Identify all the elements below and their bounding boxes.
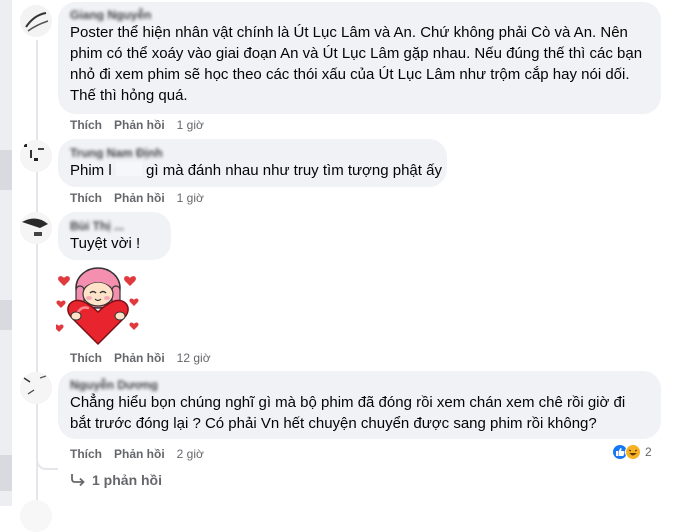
- comment-text-end: gì mà đánh nhau như truy tìm tượng phật …: [146, 162, 442, 179]
- comment-author[interactable]: Nguyễn Dương: [70, 377, 649, 391]
- avatar[interactable]: [20, 500, 52, 532]
- avatar-image: [20, 5, 52, 37]
- comment-author[interactable]: Trung Nam Định: [70, 145, 435, 159]
- avatar-image: [20, 212, 52, 244]
- comment-actions: Thích Phản hồi 2 giờ: [70, 447, 204, 461]
- like-button[interactable]: Thích: [70, 351, 102, 365]
- sticker-heart-hug-girl[interactable]: [54, 264, 140, 346]
- thread-connector: [36, 444, 58, 470]
- reaction-count: 2: [645, 445, 652, 459]
- like-button[interactable]: Thích: [70, 447, 102, 461]
- avatar[interactable]: [20, 5, 52, 37]
- comment-bubble: Trung Nam Định Phim l gì mà đánh nhau nh…: [58, 139, 447, 187]
- avatar-image: [20, 140, 52, 172]
- like-button[interactable]: Thích: [70, 118, 102, 132]
- reply-button[interactable]: Phản hồi: [114, 191, 165, 205]
- comment-text: Phim l gì mà đánh nhau như truy tìm tượn…: [70, 160, 442, 181]
- reaction-summary[interactable]: 2: [612, 444, 652, 460]
- comment-actions: Thích Phản hồi 1 giờ: [70, 118, 204, 132]
- avatar[interactable]: [20, 140, 52, 172]
- comment-text-start: Phim l: [70, 162, 112, 179]
- reply-button[interactable]: Phản hồi: [114, 351, 165, 365]
- comment-time[interactable]: 1 giờ: [177, 118, 204, 132]
- reply-button[interactable]: Phản hồi: [114, 447, 165, 461]
- replies-count-label[interactable]: 1 phản hồi: [92, 472, 162, 488]
- heart-hug-girl-sticker-icon: [54, 267, 139, 346]
- avatar-image: [20, 372, 52, 404]
- comment-author[interactable]: Giang Nguyễn: [70, 7, 649, 21]
- left-edge-strip: [0, 0, 12, 506]
- comment-time[interactable]: 2 giờ: [177, 447, 204, 461]
- redaction: [115, 162, 142, 176]
- avatar[interactable]: [20, 212, 52, 244]
- comment-actions: Thích Phản hồi 12 giờ: [70, 351, 211, 365]
- comment-actions: Thích Phản hồi 1 giờ: [70, 191, 204, 205]
- reply-arrow-icon: [71, 474, 85, 487]
- comment-text: Tuyệt vời !: [70, 235, 141, 252]
- reply-button[interactable]: Phản hồi: [114, 118, 165, 132]
- like-button[interactable]: Thích: [70, 191, 102, 205]
- comment-bubble: Nguyễn Dương Chẳng hiểu bọn chúng nghĩ g…: [58, 371, 661, 439]
- avatar[interactable]: [20, 372, 52, 404]
- comment-text: Chẳng hiểu bọn chúng nghĩ gì mà bộ phim …: [70, 394, 626, 432]
- comment-text: Poster thể hiện nhân vật chính là Út Lục…: [70, 24, 643, 104]
- view-replies-link[interactable]: 1 phản hồi: [70, 472, 162, 488]
- comment-time[interactable]: 1 giờ: [177, 191, 204, 205]
- comment-author[interactable]: Bùi Thị ...: [70, 218, 159, 232]
- comment-bubble: Bùi Thị ... Tuyệt vời !: [58, 212, 171, 260]
- comment-bubble: Giang Nguyễn Poster thể hiện nhân vật ch…: [58, 2, 661, 114]
- haha-icon: [625, 444, 641, 460]
- comment-time[interactable]: 12 giờ: [177, 351, 211, 365]
